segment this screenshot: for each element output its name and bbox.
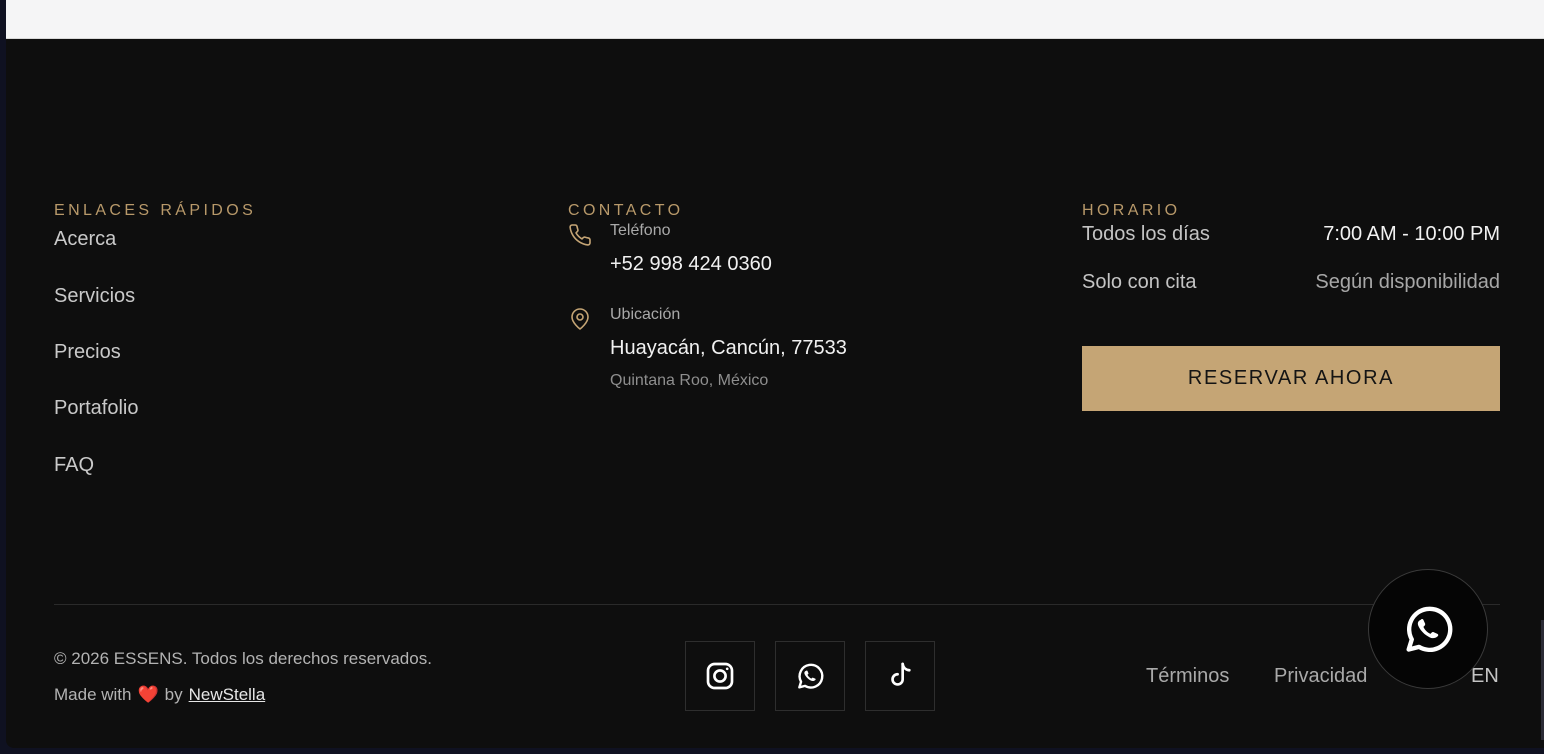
hours-value: Según disponibilidad bbox=[1315, 271, 1500, 293]
footer-link-acerca[interactable]: Acerca bbox=[54, 228, 116, 251]
location-label: Ubicación bbox=[610, 306, 681, 323]
phone-label: Teléfono bbox=[610, 222, 671, 239]
tiktok-button[interactable] bbox=[865, 641, 935, 711]
contact-heading: CONTACTO bbox=[568, 202, 684, 219]
terms-link[interactable]: Términos bbox=[1146, 665, 1229, 688]
newstella-link[interactable]: NewStella bbox=[189, 685, 266, 705]
footer-link-portafolio[interactable]: Portafolio bbox=[54, 397, 139, 420]
whatsapp-button[interactable] bbox=[775, 641, 845, 711]
made-with-prefix: Made with bbox=[54, 685, 132, 704]
hours-heading: HORARIO bbox=[1082, 202, 1181, 219]
hours-label: Solo con cita bbox=[1082, 271, 1197, 293]
language-en[interactable]: EN bbox=[1471, 665, 1499, 688]
heart-icon: ❤️ bbox=[137, 685, 159, 704]
footer-divider bbox=[54, 604, 1500, 605]
footer-link-faq[interactable]: FAQ bbox=[54, 454, 94, 477]
privacy-link[interactable]: Privacidad bbox=[1274, 665, 1367, 688]
whatsapp-float-button[interactable] bbox=[1368, 569, 1488, 689]
page-top-section bbox=[6, 0, 1544, 39]
book-now-button[interactable]: RESERVAR AHORA bbox=[1082, 346, 1500, 411]
hours-row-daily: Todos los días 7:00 AM - 10:00 PM bbox=[1082, 223, 1500, 246]
phone-icon bbox=[568, 223, 592, 247]
hours-row-appointment: Solo con cita Según disponibilidad bbox=[1082, 271, 1500, 294]
made-with-by: by bbox=[164, 685, 183, 704]
map-pin-icon bbox=[568, 307, 592, 331]
footer-link-precios[interactable]: Precios bbox=[54, 341, 121, 364]
instagram-icon bbox=[704, 660, 736, 692]
whatsapp-icon bbox=[794, 660, 826, 692]
location-address: Huayacán, Cancún, 77533 bbox=[610, 337, 847, 359]
instagram-button[interactable] bbox=[685, 641, 755, 711]
site-footer: ENLACES RÁPIDOS Acerca Servicios Precios… bbox=[6, 39, 1544, 748]
phone-number-link[interactable]: +52 998 424 0360 bbox=[610, 253, 772, 276]
copyright-text: © 2026 ESSENS. Todos los derechos reserv… bbox=[54, 649, 432, 668]
whatsapp-icon bbox=[1399, 600, 1457, 658]
hours-value: 7:00 AM - 10:00 PM bbox=[1323, 223, 1500, 245]
footer-link-servicios[interactable]: Servicios bbox=[54, 285, 135, 308]
tiktok-icon bbox=[884, 660, 916, 692]
made-with-credit: Made with ❤️ by NewStella bbox=[54, 685, 265, 705]
location-region: Quintana Roo, México bbox=[610, 372, 769, 389]
hours-label: Todos los días bbox=[1082, 223, 1210, 245]
quick-links-heading: ENLACES RÁPIDOS bbox=[54, 202, 257, 219]
